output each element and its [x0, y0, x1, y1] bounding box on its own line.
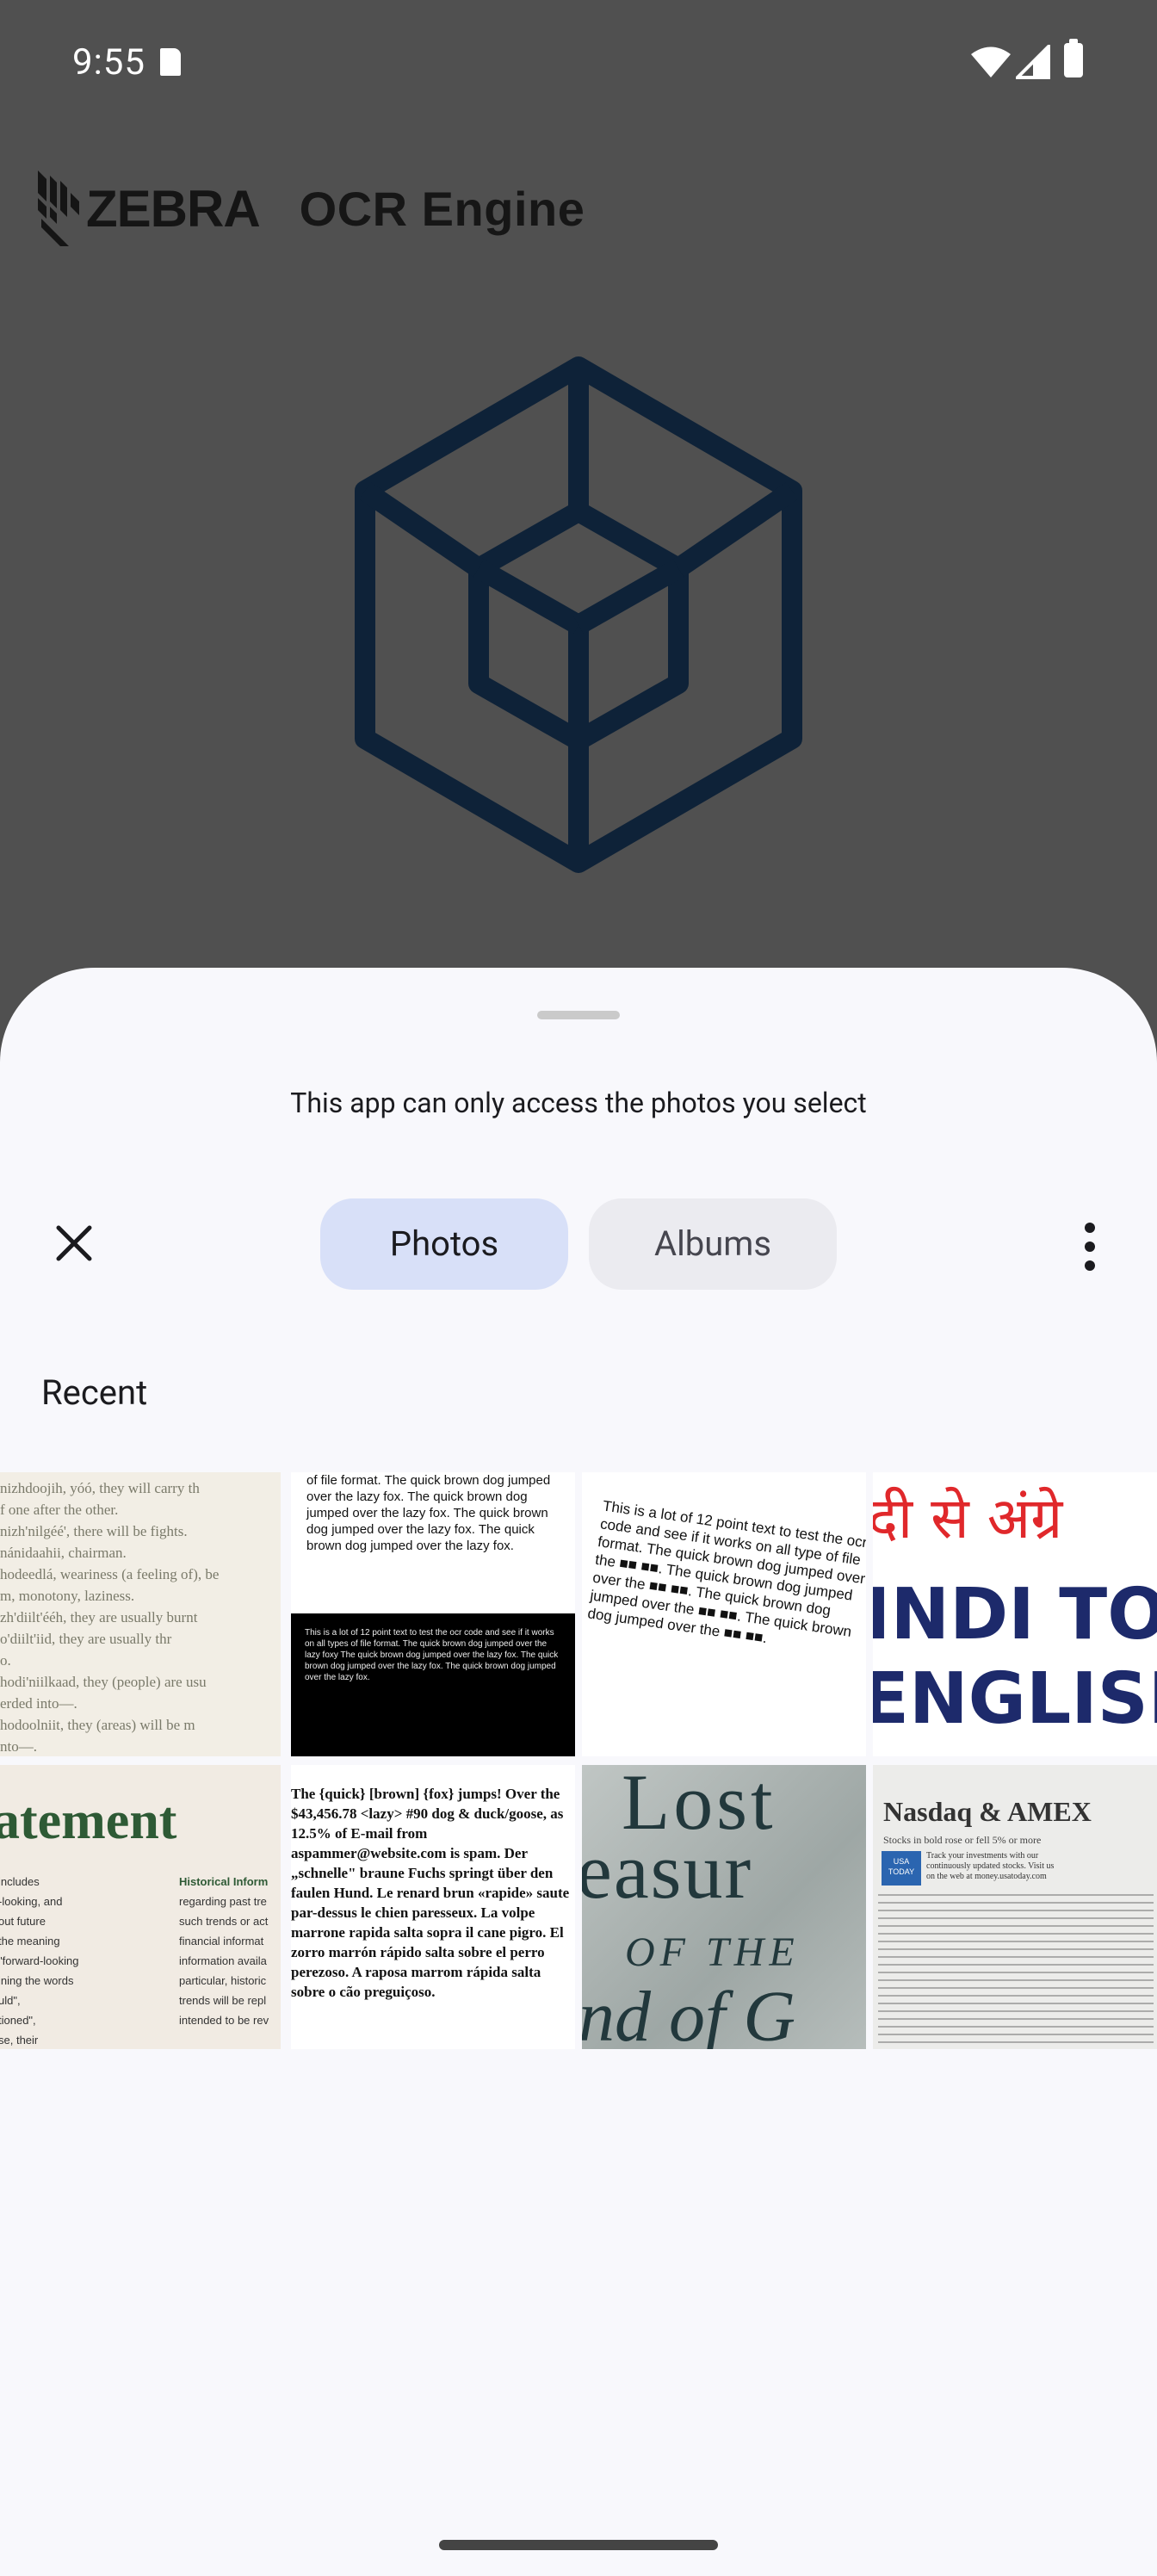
thumb-text-line: regarding past tre — [179, 1895, 267, 1908]
usa-today-badge: USA TODAY — [882, 1851, 921, 1886]
photo-thumbnail[interactable]: atement includes -looking, and out futur… — [0, 1765, 281, 2049]
thumb-text: The {quick} [brown] {fox} jumps! Over th… — [291, 1786, 570, 2000]
photo-thumbnail[interactable]: nizhdoojih, yóó, they will carry th f on… — [0, 1472, 281, 1756]
thumb-text-line: hodeedlá, weariness (a feeling of), be — [0, 1566, 220, 1582]
thumb-text-line: particular, historic — [179, 1974, 267, 1987]
app-brand: ZEBRA OCR Engine — [34, 167, 585, 250]
brand-name: ZEBRA — [86, 179, 261, 238]
thumb-text-line: f one after the other. — [0, 1502, 119, 1518]
status-time: 9:55 — [72, 41, 145, 84]
thumb-text-line: hodi'niilkaad, they (people) are usu — [0, 1674, 207, 1690]
access-notice: This app can only access the photos you … — [290, 1087, 867, 1119]
thumb-text: OF THE — [625, 1929, 800, 1975]
photo-thumbnail[interactable]: This is a lot of 12 point text to test t… — [582, 1472, 866, 1756]
thumb-text-line: nánidaahii, chairman. — [0, 1545, 127, 1561]
thumb-text-line: se, their — [0, 2034, 39, 2047]
thumb-text: दी से अंग्रे — [873, 1485, 1063, 1551]
thumb-text: INDI TO — [873, 1574, 1157, 1656]
thumb-text: of file format. The quick brown dog jump… — [306, 1473, 551, 1553]
thumb-text: Track your investments with our continuo… — [926, 1851, 1055, 1881]
thumb-text-line: out future — [0, 1915, 46, 1928]
app-title: OCR Engine — [299, 181, 585, 236]
thumb-text: This is a lot of 12 point text to test t… — [586, 1497, 866, 1647]
thumb-text-line: nto—. — [0, 1738, 37, 1755]
thumb-text-line: such trends or act — [179, 1915, 269, 1928]
cube-icon — [355, 356, 802, 873]
thumb-text: nd of G — [582, 1977, 795, 2049]
section-recent: Recent — [41, 1372, 148, 1413]
wifi-icon — [971, 46, 1011, 77]
photo-thumbnail[interactable]: of file format. The quick brown dog jump… — [291, 1472, 575, 1756]
thumb-heading: atement — [0, 1792, 177, 1850]
thumb-text-line: financial informat — [179, 1935, 264, 1947]
signal-icon — [1016, 45, 1050, 79]
thumb-text-line: information availa — [179, 1954, 267, 1967]
more-options-icon[interactable] — [1076, 1219, 1104, 1274]
zebra-logo-icon — [38, 170, 79, 246]
photo-thumbnail[interactable]: Lost easur OF THE nd of G — [582, 1765, 866, 2049]
thumb-text: This is a lot of 12 point text to test t… — [291, 1613, 575, 1756]
thumb-text-line: includes — [0, 1875, 40, 1888]
thumb-text-line: ining the words — [0, 1974, 74, 1987]
tab-photos[interactable]: Photos — [320, 1198, 568, 1290]
thumb-text-line: "forward-looking — [0, 1954, 79, 1967]
thumb-text-line: nizh'nilgéé', there will be fights. — [0, 1523, 188, 1539]
close-icon[interactable] — [48, 1217, 100, 1269]
thumb-text-line: nizhdoojih, yóó, they will carry th — [0, 1480, 200, 1496]
photo-picker-sheet: This app can only access the photos you … — [0, 968, 1157, 2576]
thumb-text-line: Historical Inform — [179, 1875, 269, 1888]
thumb-heading: Nasdaq & AMEX — [883, 1796, 1092, 1827]
thumb-text-line: -looking, and — [0, 1895, 63, 1908]
status-bar: 9:55 — [0, 0, 1157, 129]
thumb-text-line: erded into—. — [0, 1695, 77, 1712]
battery-icon — [1064, 39, 1083, 77]
home-indicator[interactable] — [439, 2540, 718, 2550]
thumb-text-line: trends will be repl — [179, 1994, 267, 2007]
thumb-text-line: m, monotony, laziness. — [0, 1588, 135, 1604]
thumb-text-line: intended to be rev — [179, 2014, 269, 2027]
thumb-text-line: o. — [0, 1652, 11, 1669]
tab-albums[interactable]: Albums — [589, 1198, 837, 1290]
thumb-text-line: tioned", — [0, 2014, 36, 2027]
thumb-text: easur — [582, 1827, 753, 1915]
photo-thumbnail[interactable]: The {quick} [brown] {fox} jumps! Over th… — [291, 1765, 575, 2049]
thumb-text: ENGLISH — [873, 1658, 1157, 1740]
thumb-text: Stocks in bold rose or fell 5% or more — [883, 1834, 1042, 1846]
thumb-text-line: the meaning — [0, 1935, 60, 1947]
drag-handle[interactable] — [537, 1011, 620, 1019]
thumb-text-line: uld", — [0, 1994, 21, 2007]
thumb-text-line: o'diilt'iid, they are usually thr — [0, 1631, 172, 1647]
thumb-text-line: zh'diilt'ééh, they are usually burnt — [0, 1609, 198, 1625]
photo-thumbnail[interactable]: Nasdaq & AMEX Stocks in bold rose or fel… — [873, 1765, 1157, 2049]
thumb-text-line: hodoolniit, they (areas) will be m — [0, 1717, 195, 1733]
photo-thumbnail[interactable]: दी से अंग्रे INDI TO ENGLISH — [873, 1472, 1157, 1756]
stock-table — [878, 1894, 1154, 2049]
sd-card-icon — [160, 48, 181, 76]
